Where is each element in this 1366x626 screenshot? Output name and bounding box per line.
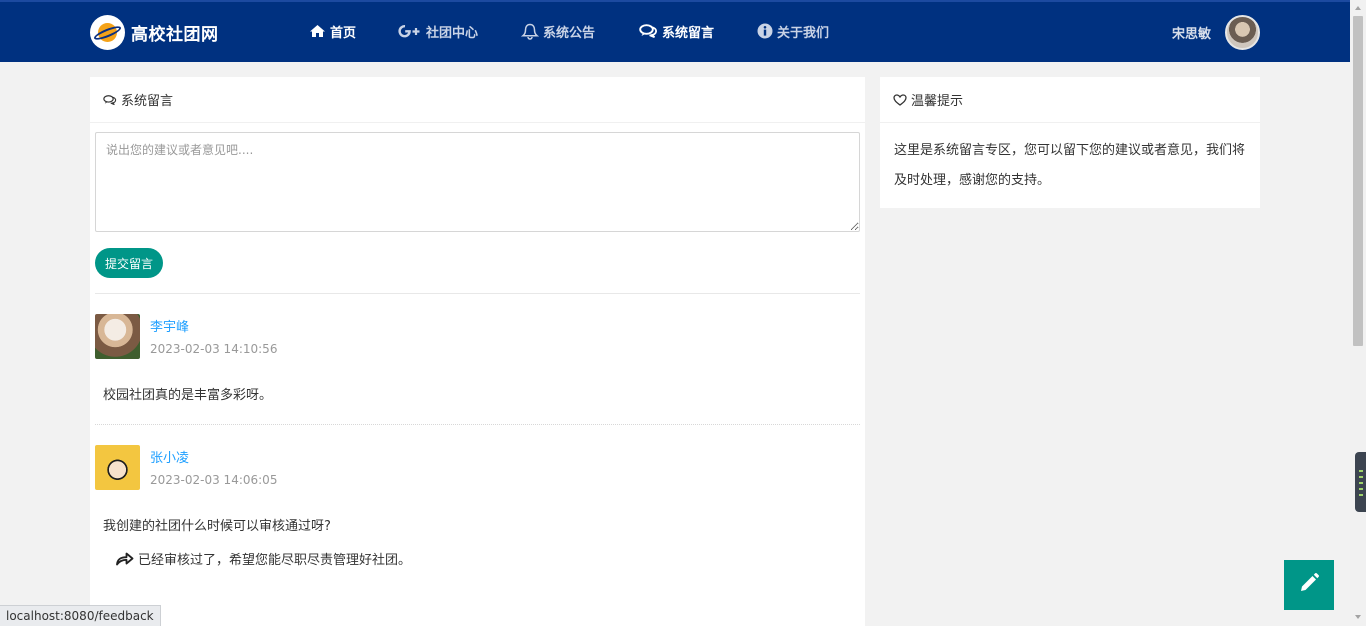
info-circle-icon bbox=[757, 23, 773, 39]
brand-title: 高校社团网 bbox=[131, 24, 219, 45]
feedback-card: 系统留言 提交留言 李宇峰 2023-02-03 14:10:56 校园社团真的… bbox=[90, 77, 865, 626]
tips-text: 这里是系统留言专区，您可以留下您的建议或者意见，我们将及时处理，感谢您的支持。 bbox=[894, 143, 1246, 188]
scrollbar-thumb[interactable] bbox=[1353, 16, 1363, 346]
page: 高校社团网 首页 社团中心 系统公告 系统留言 关于我们 宋思敏 系统留言 说出… bbox=[0, 0, 1350, 626]
google-plus-icon bbox=[398, 24, 422, 38]
scroll-down-arrow-icon[interactable] bbox=[1354, 613, 1362, 621]
comment-text: 校园社团真的是丰富多彩呀。 bbox=[103, 388, 273, 403]
commenter-avatar[interactable] bbox=[95, 445, 140, 490]
brand-link[interactable]: 高校社团网 bbox=[90, 14, 219, 50]
comment-item: 李宇峰 2023-02-03 14:10:56 校园社团真的是丰富多彩呀。 bbox=[95, 314, 860, 424]
divider bbox=[95, 293, 860, 294]
share-reply-icon bbox=[115, 551, 134, 566]
comment-time: 2023-02-03 14:10:56 bbox=[150, 342, 278, 356]
nav-item-label: 系统留言 bbox=[662, 25, 715, 41]
submit-feedback-button[interactable]: 提交留言 bbox=[95, 248, 163, 278]
tips-card-title: 温馨提示 bbox=[911, 94, 964, 109]
nav-item-label: 系统公告 bbox=[543, 25, 596, 41]
comments-icon bbox=[639, 24, 658, 38]
scroll-up-arrow-icon[interactable] bbox=[1354, 4, 1362, 12]
tips-card-header: 温馨提示 bbox=[880, 77, 1260, 123]
nav-item-home[interactable]: 首页 bbox=[309, 20, 356, 42]
commenter-name[interactable]: 李宇峰 bbox=[150, 316, 189, 335]
reply-text: 已经审核过了，希望您能尽职尽责管理好社团。 bbox=[138, 553, 412, 568]
nav-item-feedback[interactable]: 系统留言 bbox=[639, 20, 714, 42]
user-avatar[interactable] bbox=[1225, 14, 1260, 50]
commenter-name[interactable]: 张小凌 bbox=[150, 447, 189, 466]
nav-item-label: 首页 bbox=[330, 25, 357, 41]
comments-icon bbox=[103, 94, 117, 106]
bell-icon bbox=[521, 23, 539, 40]
divider bbox=[95, 424, 860, 425]
tips-card: 温馨提示 这里是系统留言专区，您可以留下您的建议或者意见，我们将及时处理，感谢您… bbox=[880, 77, 1260, 208]
edit-floating-button[interactable] bbox=[1284, 560, 1334, 610]
admin-reply: 已经审核过了，希望您能尽职尽责管理好社团。 bbox=[115, 549, 411, 568]
nav-item-announcements[interactable]: 系统公告 bbox=[521, 20, 595, 42]
feedback-card-title: 系统留言 bbox=[121, 94, 174, 109]
feedback-textarea[interactable] bbox=[95, 132, 860, 232]
user-name: 宋思敏 bbox=[1171, 26, 1211, 42]
nav-item-about[interactable]: 关于我们 bbox=[757, 20, 829, 42]
home-icon bbox=[309, 24, 326, 38]
planet-logo-icon bbox=[90, 14, 125, 50]
comment-item: 张小凌 2023-02-03 14:06:05 我创建的社团什么时候可以审核通过… bbox=[95, 445, 860, 585]
nav-item-label: 关于我们 bbox=[777, 25, 830, 41]
nav-item-label: 社团中心 bbox=[426, 25, 479, 41]
nav-item-club-center[interactable]: 社团中心 bbox=[398, 20, 478, 42]
user-menu[interactable]: 宋思敏 bbox=[1172, 14, 1260, 50]
commenter-avatar[interactable] bbox=[95, 314, 140, 359]
vertical-scrollbar[interactable] bbox=[1350, 0, 1366, 626]
top-navbar: 高校社团网 首页 社团中心 系统公告 系统留言 关于我们 宋思敏 bbox=[0, 0, 1350, 62]
comment-text: 我创建的社团什么时候可以审核通过呀? bbox=[103, 519, 331, 534]
feedback-card-header: 系统留言 bbox=[90, 77, 865, 123]
heart-icon bbox=[893, 93, 907, 106]
comment-time: 2023-02-03 14:06:05 bbox=[150, 473, 278, 487]
pencil-icon bbox=[1298, 572, 1320, 598]
browser-status-url: localhost:8080/feedback bbox=[0, 605, 161, 626]
side-tool-widget[interactable] bbox=[1355, 452, 1366, 512]
